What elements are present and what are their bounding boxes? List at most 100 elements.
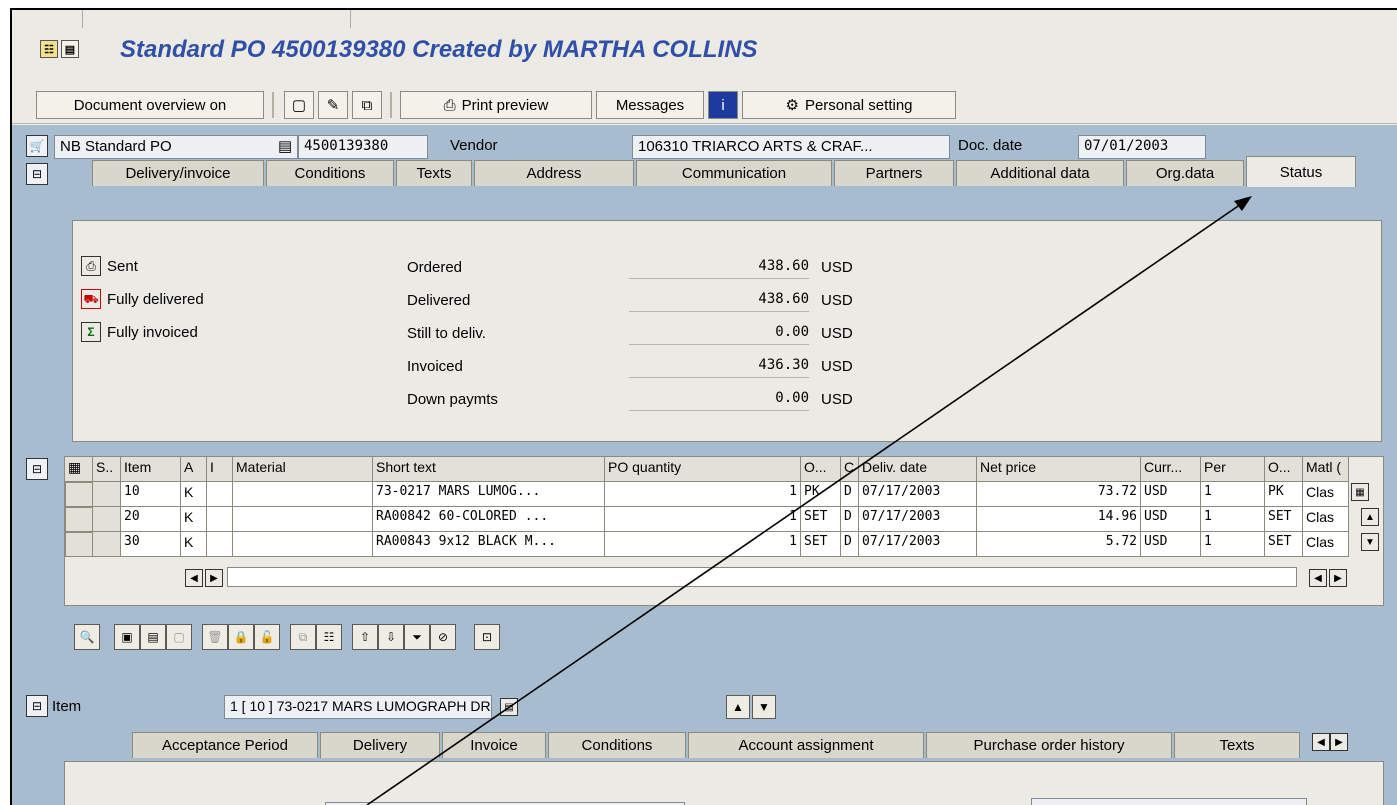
delete-icon[interactable]: 🗑 (202, 624, 228, 650)
expand-items-icon[interactable]: ⊟ (26, 458, 48, 480)
row-selector[interactable] (65, 507, 93, 532)
filter-off-icon[interactable]: ⊘ (430, 624, 456, 650)
personal-setting-button[interactable]: ⚙ Personal setting (742, 91, 956, 119)
item-cat-cell[interactable] (207, 507, 233, 532)
matl-group-cell[interactable]: Clas (1303, 482, 1349, 507)
acct-cell[interactable]: K (181, 532, 207, 557)
previous-item-icon[interactable]: ▲ (726, 695, 750, 719)
item-select-field[interactable]: 1 [ 10 ] 73-0217 MARS LUMOGRAPH DRAWING.… (224, 695, 492, 719)
other-document-button[interactable]: ⧉ (352, 91, 382, 119)
column-header[interactable]: Short text (373, 457, 605, 482)
tab-account-assignment[interactable]: Account assignment (688, 732, 924, 758)
acct-cell[interactable]: K (181, 482, 207, 507)
row-selector[interactable] (65, 482, 93, 507)
currency-cell[interactable]: USD (1141, 507, 1201, 532)
scroll-left-icon[interactable]: ◀ (185, 569, 203, 587)
column-header[interactable]: PO quantity (605, 457, 801, 482)
expand-header-icon[interactable]: ⊟ (26, 163, 48, 185)
sort-descending-icon[interactable]: ⇩ (378, 624, 404, 650)
order-unit-cell[interactable]: SET (1265, 507, 1303, 532)
delivery-date-cell[interactable]: 07/17/2003 (859, 507, 977, 532)
horizontal-scrollbar[interactable] (227, 567, 1297, 587)
column-header[interactable]: C (841, 457, 859, 482)
tab-purchase-order-history[interactable]: Purchase order history (926, 732, 1172, 758)
new-document-button[interactable]: ▢ (284, 91, 314, 119)
tab-address[interactable]: Address (474, 160, 634, 186)
scroll-left-icon[interactable]: ◀ (1309, 569, 1327, 587)
tab-scroll-right-icon[interactable]: ▶ (1330, 733, 1348, 751)
column-header[interactable]: O... (801, 457, 841, 482)
net-price-cell[interactable]: 73.72 (977, 482, 1141, 507)
tab-acceptance-period[interactable]: Acceptance Period (132, 732, 318, 758)
column-header[interactable]: Item (121, 457, 181, 482)
qty-cell[interactable]: 1 (605, 507, 801, 532)
column-settings-icon[interactable]: ▦ (1351, 483, 1369, 501)
matl-group-cell[interactable]: Clas (1303, 532, 1349, 557)
tab-delivery-invoice[interactable]: Delivery/invoice (92, 160, 264, 186)
column-header[interactable]: O... (1265, 457, 1303, 482)
column-header[interactable]: S.. (93, 457, 121, 482)
item-cell[interactable]: 10 (121, 482, 181, 507)
column-header[interactable]: Matl ( (1303, 457, 1349, 482)
qty-cell[interactable]: 1 (605, 532, 801, 557)
lock-icon[interactable]: 🔒 (228, 624, 254, 650)
table-settings-icon[interactable]: ▦ (65, 457, 93, 482)
menu-icon[interactable]: ▤ (61, 40, 79, 58)
column-header[interactable]: Net price (977, 457, 1141, 482)
filter-icon[interactable]: ⏷ (404, 624, 430, 650)
tab-communication[interactable]: Communication (636, 160, 832, 186)
acct-cell[interactable]: K (181, 507, 207, 532)
qty-cell[interactable]: 1 (605, 482, 801, 507)
tab-texts[interactable]: Texts (396, 160, 472, 186)
document-overview-button[interactable]: Document overview on (36, 91, 264, 119)
per-cell[interactable]: 1 (1201, 532, 1265, 557)
expand-item-detail-icon[interactable]: ⊟ (26, 695, 48, 717)
column-header[interactable]: I (207, 457, 233, 482)
short-text-cell[interactable]: 73-0217 MARS LUMOG... (373, 482, 605, 507)
select-all-icon[interactable]: ▣ (114, 624, 140, 650)
cart-icon[interactable]: 🛒 (26, 135, 48, 157)
short-text-cell[interactable]: RA00843 9x12 BLACK M... (373, 532, 605, 557)
services-icon[interactable]: ☷ (40, 40, 58, 58)
tab-item-texts[interactable]: Texts (1174, 732, 1300, 758)
tab-status[interactable]: Status (1246, 156, 1356, 187)
insert-row-icon[interactable]: ☷ (316, 624, 342, 650)
item-cat-cell[interactable] (207, 482, 233, 507)
scroll-up-icon[interactable]: ▲ (1361, 508, 1379, 526)
item-cell[interactable]: 20 (121, 507, 181, 532)
tab-invoice[interactable]: Invoice (442, 732, 546, 758)
scroll-right-icon[interactable]: ▶ (205, 569, 223, 587)
scroll-down-icon[interactable]: ▼ (1361, 533, 1379, 551)
default-values-icon[interactable]: ⊡ (474, 624, 500, 650)
details-icon[interactable]: 🔍 (74, 624, 100, 650)
dropdown-icon[interactable]: ▤ (278, 137, 292, 155)
order-unit-cell[interactable]: PK (1265, 482, 1303, 507)
row-selector[interactable] (65, 532, 93, 557)
sort-ascending-icon[interactable]: ⇧ (352, 624, 378, 650)
delivery-date-cell[interactable]: 07/17/2003 (859, 482, 977, 507)
unlock-icon[interactable]: 🔓 (254, 624, 280, 650)
unit-cell[interactable]: PK (801, 482, 841, 507)
tab-scroll-left-icon[interactable]: ◀ (1312, 733, 1330, 751)
tab-org-data[interactable]: Org.data (1126, 160, 1244, 186)
next-item-icon[interactable]: ▼ (752, 695, 776, 719)
material-cell[interactable] (233, 532, 373, 557)
unit-cell[interactable]: SET (801, 507, 841, 532)
date-cat-cell[interactable]: D (841, 482, 859, 507)
tab-partners[interactable]: Partners (834, 160, 954, 186)
per-cell[interactable]: 1 (1201, 482, 1265, 507)
column-header[interactable]: Per (1201, 457, 1265, 482)
column-header[interactable]: A (181, 457, 207, 482)
column-header[interactable]: Material (233, 457, 373, 482)
currency-cell[interactable]: USD (1141, 532, 1201, 557)
scroll-right-icon[interactable]: ▶ (1329, 569, 1347, 587)
item-detail-button[interactable] (1031, 798, 1307, 805)
date-cat-cell[interactable]: D (841, 532, 859, 557)
net-price-cell[interactable]: 14.96 (977, 507, 1141, 532)
matl-group-cell[interactable]: Clas (1303, 507, 1349, 532)
tab-item-conditions[interactable]: Conditions (548, 732, 686, 758)
currency-cell[interactable]: USD (1141, 482, 1201, 507)
column-header[interactable]: Deliv. date (859, 457, 977, 482)
material-cell[interactable] (233, 507, 373, 532)
delivery-date-cell[interactable]: 07/17/2003 (859, 532, 977, 557)
